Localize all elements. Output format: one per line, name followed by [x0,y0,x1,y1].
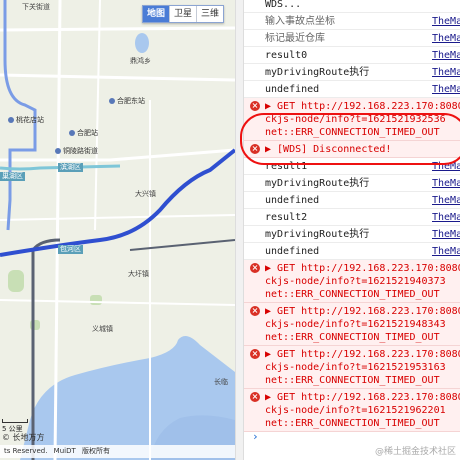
console-log-row: undefined TheMa [244,243,460,260]
error-line: ckjs-node/info?t=1621521962201 [265,405,446,416]
place-label: 义城镇 [92,325,113,333]
source-link[interactable]: TheMa [432,32,460,45]
poi-label: 合肥东站 [117,97,145,105]
source-link[interactable]: TheMa [432,228,460,241]
error-line: ckjs-node/info?t=1621521940373 [265,276,446,287]
copyright-text: ts Reserved. [4,447,48,455]
source-link[interactable]: TheMa [432,245,460,258]
source-link[interactable]: TheMa [432,211,460,224]
pane-scrollbar[interactable] [235,0,244,460]
error-icon: × [250,306,260,316]
map-logo-text: © 长地万方 [2,433,45,442]
console-error-text[interactable]: ▶ GET http://192.168.223.170:8080/s ckjs-… [265,305,460,344]
console-error-text[interactable]: ▶ GET http://192.168.223.170:8080/s ckjs-… [265,348,460,387]
poi-marker[interactable]: 铜陵路街道 [55,147,98,156]
error-line: ckjs-node/info?t=1621521953163 [265,362,446,373]
devtools-console[interactable]: WDS... 输入事故点坐标 TheMa 标记最近仓库 TheMa result0 TheM… [244,0,460,460]
poi-label: 铜陵路街道 [63,147,98,155]
error-line: net::ERR_CONNECTION_TIMED_OUT [265,418,440,429]
map-type-button[interactable]: 地图 [142,6,169,22]
console-log-row: 输入事故点坐标 TheMa [244,13,460,30]
console-log-text: result2 [265,212,308,223]
console-log-text: WDS... [265,0,302,10]
error-icon: × [250,101,260,111]
error-line: net::ERR_CONNECTION_TIMED_OUT [265,289,440,300]
console-log-text: 输入事故点坐标 [265,16,335,27]
error-icon: × [250,263,260,273]
console-log-text: undefined [265,84,320,95]
poi-dot-icon [8,117,14,123]
error-icon: × [250,392,260,402]
console-log-row: result0 TheMa [244,47,460,64]
district-tag: 巢湖区 [0,172,25,181]
console-error-row: × ▶ GET http://192.168.223.170:8080/s ckjs… [244,346,460,389]
console-log-text: myDrivingRoute执行 [265,229,370,240]
console-log-row: myDrivingRoute执行 TheMa [244,64,460,81]
poi-dot-icon [69,130,75,136]
map-type-switch[interactable]: 地图 卫星 三维 [141,5,224,23]
console-error-row: × ▶ GET http://192.168.223.170:8080/s ckjs… [244,303,460,346]
poi-label: 桃花店站 [16,116,44,124]
console-log-row: undefined TheMa [244,192,460,209]
poi-dot-icon [55,148,61,154]
console-log-text: myDrivingRoute执行 [265,178,370,189]
console-log-row: result2 TheMa [244,209,460,226]
district-tag: 包河区 [58,245,83,254]
error-line: ▶ GET http://192.168.223.170:8080/s [265,392,460,403]
source-link[interactable]: TheMa [432,66,460,79]
poi-marker[interactable]: 合肥东站 [109,97,145,106]
console-log-row: WDS... [244,0,460,13]
source-link[interactable]: TheMa [432,83,460,96]
console-log-text: myDrivingRoute执行 [265,67,370,78]
error-line: net::ERR_CONNECTION_TIMED_OUT [265,332,440,343]
console-log-row: myDrivingRoute执行 TheMa [244,175,460,192]
console-error-row: × ▶ GET http://192.168.223.170:8080/s ckjs… [244,260,460,303]
console-log-text: undefined [265,195,320,206]
place-label: 长临 [214,378,228,386]
map-type-button[interactable]: 三维 [195,6,223,22]
console-log-text: 标记最近仓库 [265,33,325,44]
poi-dot-icon [109,98,115,104]
place-label: 大兴镇 [135,190,156,198]
map-type-button[interactable]: 卫星 [168,6,196,22]
error-line: ckjs-node/info?t=1621521948343 [265,319,446,330]
place-label: 鼎鸿乡 [130,57,151,65]
console-log-row: undefined TheMa [244,81,460,98]
console-error-text[interactable]: ▶ GET http://192.168.223.170:8080/s ckjs-… [265,262,460,301]
console-log-row: 标记最近仓库 TheMa [244,30,460,47]
error-icon: × [250,349,260,359]
error-line: ▶ GET http://192.168.223.170:8080/s [265,263,460,274]
poi-marker[interactable]: 合肥站 [69,129,98,138]
source-link[interactable]: TheMa [432,194,460,207]
source-link[interactable]: TheMa [432,49,460,62]
console-error-text[interactable]: ▶ GET http://192.168.223.170:8080/s ckjs-… [265,391,460,430]
console-log-text: result0 [265,50,308,61]
district-tag: 滨湖区 [58,163,83,172]
console-prompt[interactable]: › [252,430,259,443]
copyright-text: 版权所有 [81,447,110,455]
error-line: ▶ GET http://192.168.223.170:8080/s [265,306,460,317]
map-canvas [0,0,235,460]
error-line: net::ERR_CONNECTION_TIMED_OUT [265,375,440,386]
poi-label: 合肥站 [77,129,98,137]
source-link[interactable]: TheMa [432,15,460,28]
copyright-text: MuiDT [53,447,76,455]
map-copyright: ts Reserved. MuiDT 版权所有 [0,445,235,458]
place-label: 下关街道 [22,3,50,11]
watermark: @稀土掘金技术社区 [374,447,456,457]
console-log-text: undefined [265,246,320,257]
console-error-row: × ▶ GET http://192.168.223.170:8080/s ckjs… [244,389,460,432]
error-line: ▶ GET http://192.168.223.170:8080/s [265,101,460,112]
highlight-annotation [240,113,460,165]
error-line: ▶ GET http://192.168.223.170:8080/s [265,349,460,360]
source-link[interactable]: TheMa [432,177,460,190]
console-log-row: myDrivingRoute执行 TheMa [244,226,460,243]
place-label: 大圩镇 [128,270,149,278]
poi-marker[interactable]: 桃花店站 [8,116,44,125]
scale-bar [2,419,28,423]
map-view[interactable]: 地图 卫星 三维 下关街道鼎鸿乡大兴镇大圩镇义城镇长临 合肥东站桃花店站合肥站铜陵路街… [0,0,235,460]
